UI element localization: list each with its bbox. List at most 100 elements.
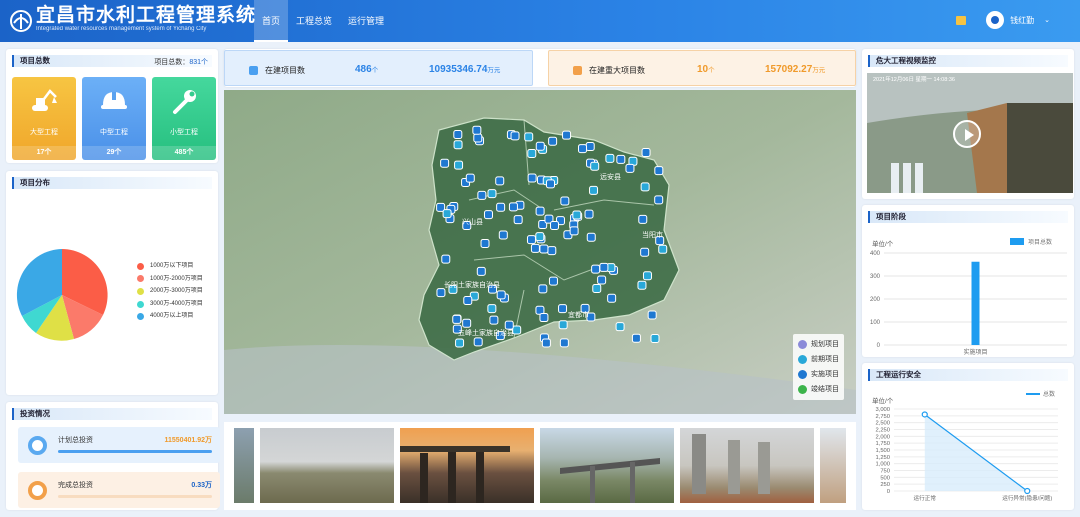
map-pin[interactable] xyxy=(539,313,549,323)
map-pin[interactable] xyxy=(605,153,615,163)
video-player[interactable]: 2021年12月06日 星期一 14:08:36 xyxy=(867,73,1073,193)
map-pin[interactable] xyxy=(599,262,609,272)
user-name[interactable]: 钱红勤 xyxy=(1010,15,1034,26)
map-pin[interactable] xyxy=(640,247,650,257)
map-pin[interactable] xyxy=(472,125,482,135)
map-pin[interactable] xyxy=(546,179,556,189)
map-legend-planned[interactable]: 规划项目 xyxy=(798,337,839,352)
map-pin[interactable] xyxy=(442,209,452,219)
map-pin[interactable] xyxy=(584,209,594,219)
map-pin[interactable] xyxy=(548,276,558,286)
map-pin[interactable] xyxy=(487,189,497,199)
map-pin[interactable] xyxy=(558,320,568,330)
project-photo[interactable] xyxy=(540,428,674,503)
legend-item[interactable]: 1000万以下项目 xyxy=(137,260,203,273)
medium-project-card[interactable]: 中型工程 29个 xyxy=(82,77,146,160)
map-pin[interactable] xyxy=(558,304,568,314)
map-pin[interactable] xyxy=(539,244,549,254)
map-pin[interactable] xyxy=(496,290,506,300)
map-pin[interactable] xyxy=(483,210,493,220)
map-pin[interactable] xyxy=(440,158,450,168)
map-legend-completed[interactable]: 竣结项目 xyxy=(798,382,839,397)
legend-item[interactable]: 1000万-2000万项目 xyxy=(137,273,203,286)
map-legend-implementing[interactable]: 实施项目 xyxy=(798,367,839,382)
map-pin[interactable] xyxy=(616,154,626,164)
map-pin[interactable] xyxy=(535,206,545,216)
map-pin[interactable] xyxy=(480,238,490,248)
map-pin[interactable] xyxy=(585,141,595,151)
map-pin[interactable] xyxy=(638,214,648,224)
map-pin[interactable] xyxy=(441,254,451,264)
legend-item[interactable]: 4000万以上项目 xyxy=(137,310,203,323)
map-pin[interactable] xyxy=(454,160,464,170)
map-pin[interactable] xyxy=(477,190,487,200)
map-pin[interactable] xyxy=(607,293,617,303)
project-photo[interactable] xyxy=(820,428,846,503)
legend-item[interactable]: 3000万-4000万项目 xyxy=(137,298,203,311)
map-pin[interactable] xyxy=(591,264,601,274)
bar[interactable] xyxy=(971,261,980,345)
nav-overview[interactable]: 工程总览 xyxy=(288,0,340,42)
map-pin[interactable] xyxy=(550,220,560,230)
avatar[interactable] xyxy=(986,11,1005,29)
project-photo[interactable] xyxy=(680,428,814,503)
map-pin[interactable] xyxy=(535,232,545,242)
data-point[interactable] xyxy=(921,411,928,418)
map-pin[interactable] xyxy=(654,195,664,205)
map-pin[interactable] xyxy=(586,232,596,242)
map-legend-preliminary[interactable]: 前期项目 xyxy=(798,352,839,367)
map-pin[interactable] xyxy=(589,185,599,195)
map-pin[interactable] xyxy=(597,275,607,285)
map-pin[interactable] xyxy=(473,337,483,347)
map-pin[interactable] xyxy=(560,196,570,206)
map-pin[interactable] xyxy=(527,173,537,183)
project-photo[interactable] xyxy=(234,428,254,503)
map-pin[interactable] xyxy=(572,210,582,220)
map-pin[interactable] xyxy=(637,280,647,290)
map-pin[interactable] xyxy=(487,304,497,314)
map-pin[interactable] xyxy=(476,266,486,276)
data-point[interactable] xyxy=(1024,487,1031,495)
map-pin[interactable] xyxy=(548,136,558,146)
map-pin[interactable] xyxy=(647,310,657,320)
map-pin[interactable] xyxy=(508,202,518,212)
map-pin[interactable] xyxy=(473,133,483,143)
map-pin[interactable] xyxy=(569,226,579,236)
map-pin[interactable] xyxy=(526,235,536,245)
map-pin[interactable] xyxy=(559,338,569,348)
small-project-card[interactable]: 小型工程 485个 xyxy=(152,77,216,160)
map-pin[interactable] xyxy=(654,166,664,176)
map-pin[interactable] xyxy=(547,246,557,256)
map-pin[interactable] xyxy=(496,202,506,212)
project-photo[interactable] xyxy=(400,428,534,503)
notification-icon[interactable] xyxy=(956,15,967,25)
project-map[interactable]: 兴山县 长阳土家族自治县 五峰土家族自治县 远安县 当阳市 宜都市 规划项目 前… xyxy=(224,90,856,414)
play-icon[interactable] xyxy=(953,120,981,148)
map-pin[interactable] xyxy=(489,315,499,325)
map-pin[interactable] xyxy=(642,271,652,281)
map-pin[interactable] xyxy=(495,176,505,186)
map-pin[interactable] xyxy=(452,314,462,324)
map-pin[interactable] xyxy=(631,333,641,343)
chevron-down-icon[interactable]: ⌄ xyxy=(1044,16,1050,24)
map-pin[interactable] xyxy=(527,148,537,158)
map-pin[interactable] xyxy=(453,140,463,150)
map-pin[interactable] xyxy=(590,161,600,171)
map-pin[interactable] xyxy=(541,338,551,348)
map-pin[interactable] xyxy=(658,244,668,254)
map-pin[interactable] xyxy=(615,322,625,332)
map-pin[interactable] xyxy=(535,141,545,151)
map-pin[interactable] xyxy=(510,131,520,141)
nav-operation[interactable]: 运行管理 xyxy=(340,0,392,42)
legend-item[interactable]: 2000万-3000万项目 xyxy=(137,285,203,298)
map-pin[interactable] xyxy=(455,338,465,348)
map-pin[interactable] xyxy=(650,334,660,344)
map-pin[interactable] xyxy=(592,284,602,294)
nav-home[interactable]: 首页 xyxy=(254,0,289,42)
map-pin[interactable] xyxy=(463,296,473,306)
map-pin[interactable] xyxy=(641,148,651,158)
map-pin[interactable] xyxy=(538,284,548,294)
map-pin[interactable] xyxy=(625,163,635,173)
map-pin[interactable] xyxy=(498,230,508,240)
map-pin[interactable] xyxy=(524,132,534,142)
